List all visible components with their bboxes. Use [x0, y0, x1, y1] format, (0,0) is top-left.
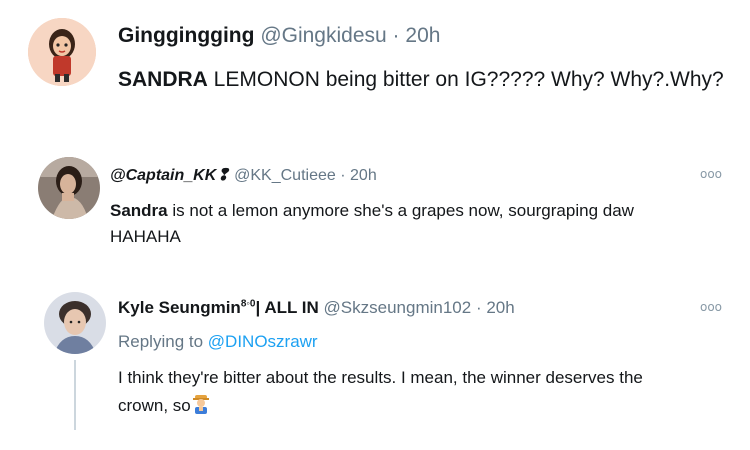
separator-dot: ·	[475, 298, 482, 317]
handle[interactable]: @KK_Cutieee	[234, 167, 336, 184]
tweet-text-rest: is not a lemon anymore she's a grapes no…	[167, 201, 634, 220]
cartoon-girl-avatar-icon	[28, 18, 96, 86]
avatar[interactable]	[44, 292, 106, 354]
display-name-text: Kyle Seungmin	[118, 298, 241, 317]
avatar[interactable]	[28, 18, 96, 86]
replying-to-label: Replying to	[118, 332, 208, 351]
handle[interactable]: @Gingkidesu	[260, 24, 386, 47]
tweet-text-line-2-text: crown, so	[118, 396, 191, 415]
timestamp[interactable]: 20h	[405, 24, 440, 47]
woman-photo-avatar-icon	[38, 157, 100, 219]
replying-to: Replying to @DINOszrawr	[118, 332, 318, 352]
separator-dot: ·	[340, 167, 346, 184]
timestamp[interactable]: 20h	[486, 298, 514, 317]
tweet-header: Kyle Seungmin8◦0| ALL IN @Skzseungmin102…	[118, 298, 515, 318]
display-name[interactable]: @Captain_KK❢	[110, 167, 230, 184]
man-farmer-emoji-icon	[192, 395, 209, 414]
separator-dot: ·	[392, 24, 400, 47]
display-name[interactable]: Ginggingging	[118, 24, 254, 47]
tweet-1[interactable]: Ginggingging @Gingkidesu · 20h SANDRA LE…	[0, 0, 750, 120]
tweet-text-rest: LEMONON being bitter on IG????? Why? Why…	[207, 68, 724, 91]
tweet-header: @Captain_KK❢ @KK_Cutieee · 20h	[110, 165, 377, 185]
name-superscript: 8◦0	[240, 298, 256, 310]
more-options-icon[interactable]: ooo	[700, 167, 722, 181]
exclamation-icon: ❢	[216, 167, 230, 184]
timestamp[interactable]: 20h	[350, 167, 377, 184]
more-options-icon[interactable]: ooo	[700, 300, 722, 314]
display-name-suffix: | ALL IN	[255, 298, 319, 317]
highlighted-word: Sandra	[110, 201, 168, 220]
tweet-2[interactable]: @Captain_KK❢ @KK_Cutieee · 20h ooo Sandr…	[0, 145, 750, 260]
display-name[interactable]: Kyle Seungmin8◦0| ALL IN	[118, 298, 319, 317]
man-photo-avatar-icon	[44, 292, 106, 354]
tweet-text-line-1: I think they're bitter about the results…	[118, 368, 643, 387]
tweet-text: Sandra is not a lemon anymore she's a gr…	[110, 198, 634, 250]
tweet-text: I think they're bitter about the results…	[118, 364, 643, 420]
tweet-text-line-1: Sandra is not a lemon anymore she's a gr…	[110, 198, 634, 224]
avatar[interactable]	[38, 157, 100, 219]
tweet-text: SANDRA LEMONON being bitter on IG????? W…	[118, 68, 724, 92]
tweet-3[interactable]: Kyle Seungmin8◦0| ALL IN @Skzseungmin102…	[0, 280, 750, 450]
handle[interactable]: @Skzseungmin102	[324, 298, 472, 317]
tweet-text-line-2: crown, so	[118, 392, 643, 420]
tweet-header: Ginggingging @Gingkidesu · 20h	[118, 24, 440, 48]
thread-connector-line	[74, 360, 76, 430]
highlighted-word: SANDRA	[118, 68, 208, 91]
mention-link[interactable]: @DINOszrawr	[208, 332, 318, 351]
display-name-text: @Captain_KK	[110, 167, 217, 184]
tweet-text-line-2: HAHAHA	[110, 227, 181, 246]
